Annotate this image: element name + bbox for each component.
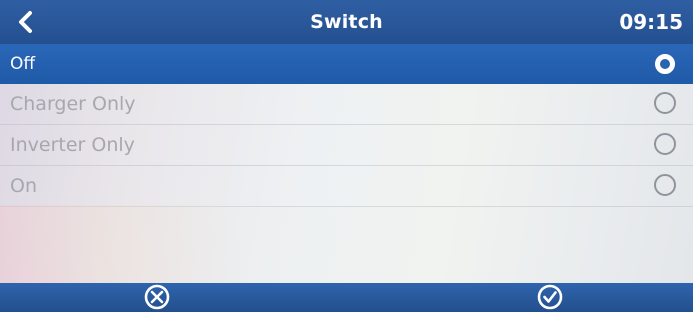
radio-unselected-icon[interactable] — [654, 133, 676, 155]
option-list: Off Charger Only Inverter Only On — [0, 44, 693, 207]
switch-screen: Switch 09:15 Off Charger Only Inverter O… — [0, 0, 693, 312]
cancel-button[interactable] — [127, 283, 187, 312]
option-label: Charger Only — [10, 93, 136, 115]
radio-unselected-icon[interactable] — [654, 174, 676, 196]
clock: 09:15 — [619, 10, 683, 34]
page-title: Switch — [310, 11, 383, 33]
option-label: Inverter Only — [10, 134, 135, 156]
option-inverter-only[interactable]: Inverter Only — [0, 125, 693, 166]
option-label: Off — [10, 54, 36, 74]
header-bar: Switch 09:15 — [0, 0, 693, 44]
cancel-circle-icon — [144, 284, 170, 310]
check-circle-icon — [537, 284, 563, 310]
confirm-button[interactable] — [520, 283, 580, 312]
option-off[interactable]: Off — [0, 44, 693, 84]
footer-bar — [0, 283, 693, 312]
radio-unselected-icon[interactable] — [654, 92, 676, 114]
option-label: On — [10, 175, 37, 197]
radio-selected-icon[interactable] — [655, 54, 675, 74]
option-charger-only[interactable]: Charger Only — [0, 84, 693, 125]
option-on[interactable]: On — [0, 166, 693, 207]
